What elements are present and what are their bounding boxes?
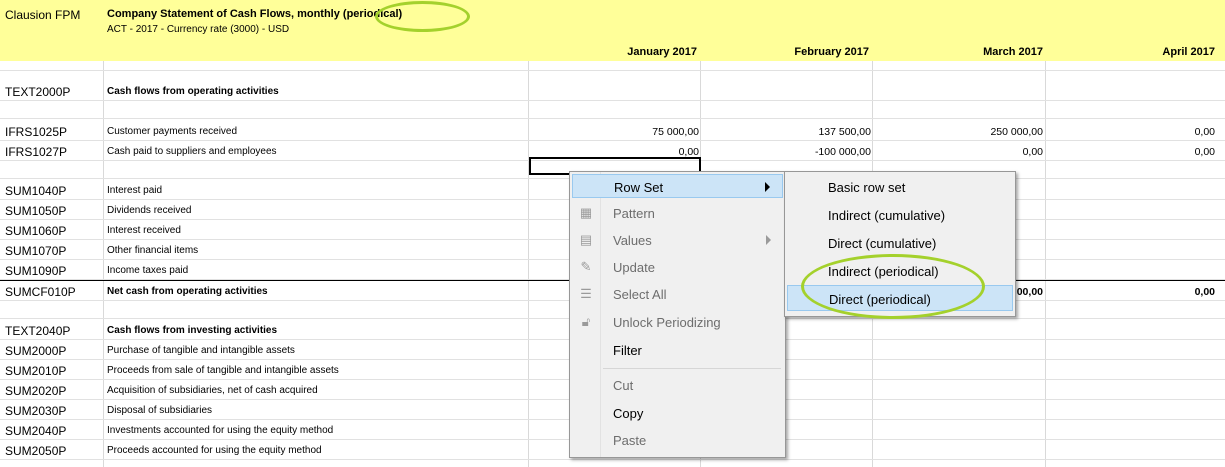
row-label: Purchase of tangible and intangible asse… (107, 345, 295, 356)
menu-item-paste[interactable]: Paste (572, 428, 783, 452)
submenu-item-indirect-periodical[interactable]: Indirect (periodical) (787, 258, 1013, 284)
submenu-item-label: Direct (cumulative) (828, 236, 937, 251)
menu-item-pattern[interactable]: ▦ Pattern (572, 201, 783, 225)
menu-item-filter[interactable]: Filter (572, 338, 783, 362)
menu-item-label: Row Set (614, 180, 664, 195)
row-code: SUM1090P (5, 264, 67, 278)
submenu-item-indirect-cumulative[interactable]: Indirect (cumulative) (787, 202, 1013, 228)
cell-april[interactable]: 0,00 (1047, 126, 1215, 138)
row-label: Cash flows from investing activities (107, 325, 278, 336)
row-code: SUM2030P (5, 404, 67, 418)
row-label: Net cash from operating activities (107, 286, 268, 297)
cell-april[interactable]: 0,00 (1047, 146, 1215, 158)
update-icon: ✎ (580, 259, 592, 274)
row-code: SUM2010P (5, 364, 67, 378)
menu-item-label: Values (613, 233, 652, 248)
context-menu: Row Set ▦ Pattern ▤ Values ✎ Update ☰ Se… (569, 171, 786, 458)
column-header-april: April 2017 (1162, 46, 1215, 58)
values-icon: ▤ (579, 232, 593, 247)
report-header: Clausion FPM Company Statement of Cash F… (0, 0, 1225, 61)
row-code: SUMCF010P (5, 285, 76, 299)
submenu-item-label: Indirect (periodical) (828, 264, 939, 279)
menu-item-label: Pattern (613, 206, 655, 221)
menu-item-label: Filter (613, 343, 642, 358)
row-label: Interest paid (107, 185, 163, 196)
empty-row (0, 61, 1225, 71)
report-subtitle: ACT - 2017 - Currency rate (3000) - USD (107, 24, 290, 35)
menu-item-cut[interactable]: Cut (572, 373, 783, 397)
menu-item-label: Copy (613, 406, 644, 421)
grid-icon: ▦ (579, 205, 593, 220)
column-header-february: February 2017 (794, 46, 869, 58)
row-set-submenu: Basic row set Indirect (cumulative) Dire… (784, 171, 1016, 317)
menu-item-copy[interactable]: Copy (572, 401, 783, 425)
row-code: SUM1070P (5, 244, 67, 258)
row-label: Other financial items (107, 245, 199, 256)
row-code: IFRS1027P (5, 145, 68, 159)
cell-april[interactable]: 0,00 (1047, 286, 1215, 298)
column-header-january: January 2017 (627, 46, 697, 58)
row-label: Disposal of subsidiaries (107, 405, 213, 416)
menu-item-label: Update (613, 260, 655, 275)
menu-item-label: Select All (613, 287, 667, 302)
submenu-item-label: Direct (periodical) (829, 292, 931, 307)
cell-march[interactable]: 250 000,00 (873, 126, 1043, 138)
menu-item-row-set[interactable]: Row Set (572, 174, 783, 198)
row-label: Customer payments received (107, 126, 238, 137)
row-label: Income taxes paid (107, 265, 189, 276)
menu-item-label: Paste (613, 433, 647, 448)
menu-item-label: Unlock Periodizing (613, 315, 721, 330)
submenu-item-label: Indirect (cumulative) (828, 208, 946, 223)
menu-item-unlock-periodizing[interactable]: 🔓︎ Unlock Periodizing (572, 310, 783, 334)
submenu-item-label: Basic row set (828, 180, 906, 195)
row-code: IFRS1025P (5, 125, 68, 139)
column-header-march: March 2017 (983, 46, 1043, 58)
cell-march[interactable]: 0,00 (873, 146, 1043, 158)
row-label: Interest received (107, 225, 181, 236)
menu-item-label: Cut (613, 378, 634, 393)
menu-item-values[interactable]: ▤ Values (572, 228, 783, 252)
row-code: TEXT2000P (5, 85, 71, 99)
row-label: Proceeds from sale of tangible and intan… (107, 365, 339, 376)
table-row[interactable]: TEXT2000P Cash flows from operating acti… (0, 81, 1225, 101)
menu-separator (603, 368, 781, 369)
row-code: TEXT2040P (5, 324, 71, 338)
select-all-icon: ☰ (580, 286, 592, 301)
submenu-item-direct-cumulative[interactable]: Direct (cumulative) (787, 230, 1013, 256)
empty-row (0, 101, 1225, 119)
row-label: Investments accounted for using the equi… (107, 425, 334, 436)
submenu-arrow-icon (765, 182, 770, 192)
cell-february[interactable]: -100 000,00 (701, 146, 871, 158)
row-code: SUM1040P (5, 184, 67, 198)
report-title: Company Statement of Cash Flows, monthly… (107, 8, 403, 20)
row-label: Cash paid to suppliers and employees (107, 146, 277, 157)
row-code: SUM2020P (5, 384, 67, 398)
cell-january[interactable]: 75 000,00 (529, 126, 699, 138)
row-code: SUM1050P (5, 204, 67, 218)
row-label: Proceeds accounted for using the equity … (107, 445, 322, 456)
cell-february[interactable]: 137 500,00 (701, 126, 871, 138)
row-code: SUM2040P (5, 424, 67, 438)
menu-item-select-all[interactable]: ☰ Select All (572, 282, 783, 306)
row-code: SUM1060P (5, 224, 67, 238)
row-label: Cash flows from operating activities (107, 86, 279, 97)
submenu-item-direct-periodical[interactable]: Direct (periodical) (787, 285, 1013, 311)
submenu-arrow-icon (766, 235, 771, 245)
table-row[interactable]: IFRS1025P Customer payments received 75 … (0, 121, 1225, 141)
menu-item-update[interactable]: ✎ Update (572, 255, 783, 279)
app-brand: Clausion FPM (5, 8, 81, 22)
row-code: SUM2000P (5, 344, 67, 358)
row-label: Acquisition of subsidiaries, net of cash… (107, 385, 318, 396)
row-label: Dividends received (107, 205, 192, 216)
submenu-item-basic-row-set[interactable]: Basic row set (787, 174, 1013, 200)
row-code: SUM2050P (5, 444, 67, 458)
unlock-icon: 🔓︎ (581, 314, 591, 329)
